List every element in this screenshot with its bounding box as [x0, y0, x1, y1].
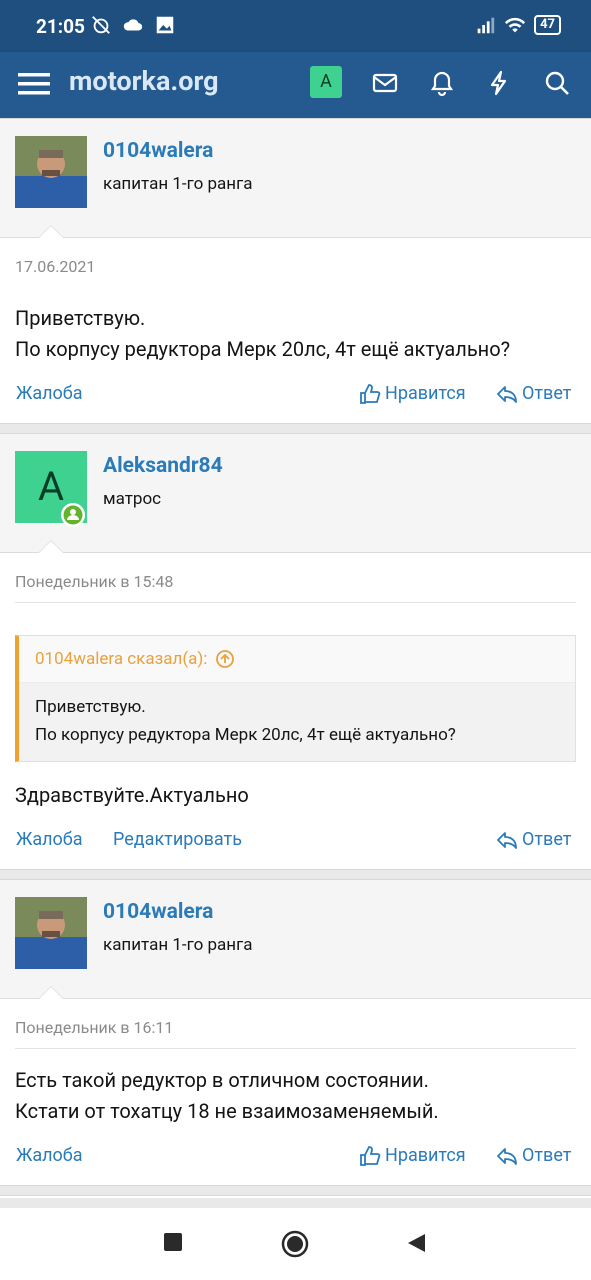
post-user-rank: матрос — [103, 489, 162, 509]
thumbs-up-icon — [360, 1145, 381, 1166]
post-message: Приветствую. По корпусу редуктора Мерк 2… — [15, 306, 511, 361]
post-username[interactable]: 0104walera — [103, 139, 213, 163]
post-username[interactable]: 0104walera — [103, 900, 213, 924]
signal-icon — [477, 17, 495, 34]
post-actions: Жалоба Нравится Ответ — [0, 1127, 591, 1185]
post-author-block: A Aleksandr84 матрос — [0, 434, 591, 553]
search-icon[interactable] — [543, 69, 571, 97]
home-icon[interactable] — [281, 1230, 309, 1258]
quote-header[interactable]: 0104walera сказал(а): — [19, 636, 575, 683]
bolt-icon[interactable] — [485, 69, 513, 97]
thread-content: 0104walera капитан 1-го ранга 17.06.2021… — [0, 118, 591, 1198]
cloud-icon — [123, 19, 143, 31]
mail-icon[interactable] — [371, 69, 399, 97]
image-icon — [156, 16, 174, 34]
back-icon[interactable] — [405, 1232, 427, 1254]
site-logo[interactable]: motorka.org — [69, 65, 219, 97]
battery-indicator: 47 — [534, 15, 561, 35]
reply-button[interactable]: Ответ — [496, 383, 571, 404]
post-message: Есть такой редуктор в отличном состоянии… — [15, 1068, 439, 1123]
report-link[interactable]: Жалоба — [16, 1145, 83, 1166]
reply-icon — [497, 385, 517, 403]
post: 0104walera капитан 1-го ранга Понедельни… — [0, 879, 591, 1186]
edit-link[interactable]: Редактировать — [113, 829, 242, 850]
post-message: Здравствуйте.Актуально — [15, 783, 249, 807]
post-date[interactable]: 17.06.2021 — [0, 238, 591, 287]
post — [0, 1195, 591, 1198]
report-link[interactable]: Жалоба — [16, 829, 83, 850]
post-actions: Жалоба Редактировать Ответ — [0, 811, 591, 869]
reply-icon — [497, 831, 517, 849]
post-author-block: 0104walera капитан 1-го ранга — [0, 880, 591, 999]
status-bar: 21:05 47 — [0, 0, 591, 52]
wifi-icon — [504, 17, 526, 33]
thumbs-up-icon — [360, 383, 381, 404]
quote-text: Приветствую. По корпусу редуктора Мерк 2… — [19, 683, 575, 761]
post-author-block: 0104walera капитан 1-го ранга — [0, 119, 591, 238]
report-link[interactable]: Жалоба — [16, 383, 83, 404]
reply-button[interactable]: Ответ — [496, 829, 571, 850]
user-avatar[interactable] — [15, 897, 87, 969]
recents-icon[interactable] — [163, 1232, 183, 1252]
user-avatar[interactable] — [15, 136, 87, 208]
alarm-off-icon — [92, 16, 110, 34]
post-date[interactable]: Понедельник в 16:11 — [0, 999, 591, 1048]
app-header: motorka.org A — [0, 52, 591, 118]
system-nav-bar — [0, 1208, 591, 1280]
account-avatar-button[interactable]: A — [310, 66, 342, 98]
post-user-rank: капитан 1-го ранга — [103, 174, 253, 194]
post-username[interactable]: Aleksandr84 — [103, 454, 223, 478]
post-date[interactable]: Понедельник в 15:48 — [0, 553, 591, 602]
reply-button[interactable]: Ответ — [496, 1145, 571, 1166]
post-user-rank: капитан 1-го ранга — [103, 935, 253, 955]
post: A Aleksandr84 матрос Понедельник в 15:48… — [0, 433, 591, 870]
like-button[interactable]: Нравится — [359, 1145, 466, 1166]
quote-block: 0104walera сказал(а): Приветствую. По ко… — [15, 635, 576, 762]
status-time: 21:05 — [36, 15, 85, 38]
post-actions: Жалоба Нравится Ответ — [0, 365, 591, 423]
post: 0104walera капитан 1-го ранга 17.06.2021… — [0, 118, 591, 424]
online-status-icon — [61, 503, 85, 527]
arrow-up-circle-icon — [216, 650, 235, 668]
bell-icon[interactable] — [428, 69, 456, 97]
menu-icon[interactable] — [18, 68, 50, 100]
reply-icon — [497, 1147, 517, 1165]
like-button[interactable]: Нравится — [359, 383, 466, 404]
